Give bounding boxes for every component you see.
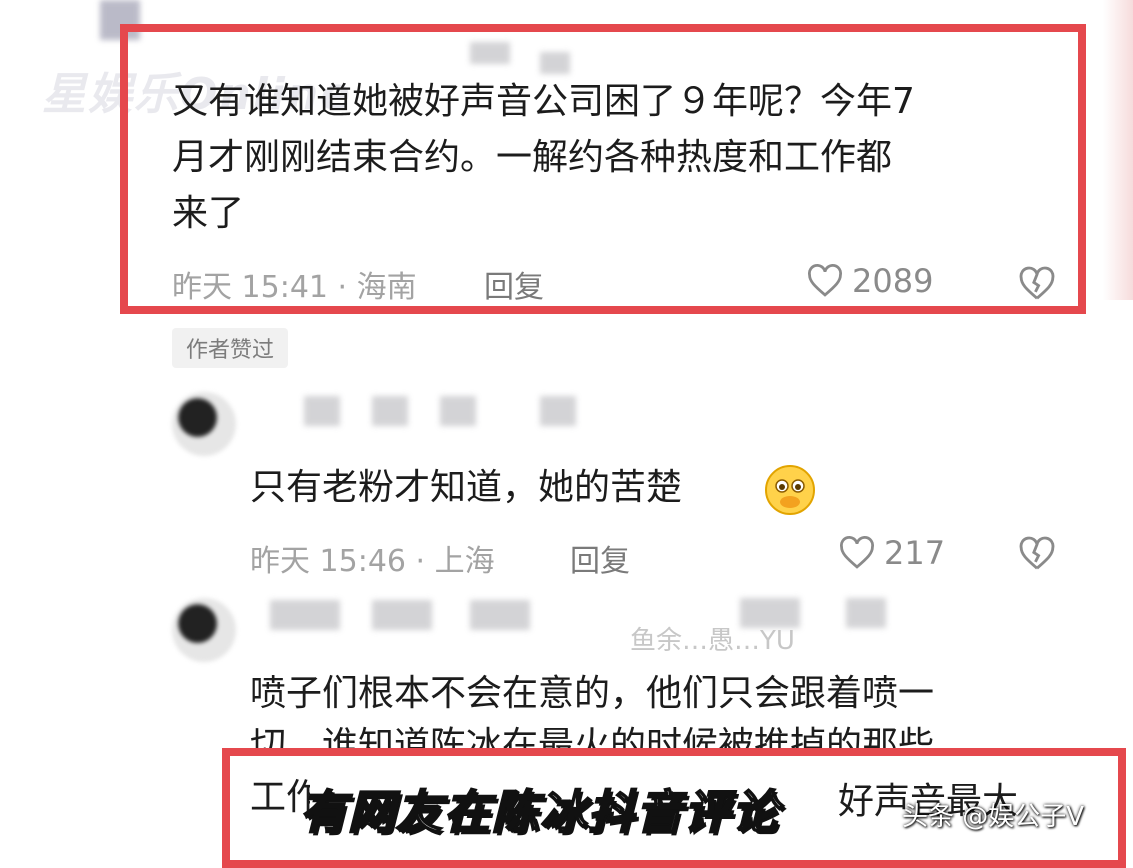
comment-text-2: 只有老粉才知道，她的苦楚 (250, 467, 683, 508)
comment-text-1-line-1: 又有谁知道她被好声音公司困了９年呢？今年7 (172, 81, 915, 122)
avatar[interactable] (172, 598, 236, 662)
source-tag: 头条 @娱公子V (902, 802, 1085, 832)
blurred-username (270, 600, 340, 630)
blurred-username (372, 600, 432, 630)
heart-icon (840, 536, 874, 569)
comment-text-3-line-1: 喷子们根本不会在意的，他们只会跟着喷一 (250, 673, 935, 714)
comment-text-1-line-3: 来了 (172, 193, 245, 234)
blurred-username (540, 396, 576, 426)
reply-button-2[interactable]: 回复 (570, 536, 630, 580)
comment-text-1-line-2: 月才刚刚结束合约。一解约各种热度和工作都 (172, 137, 893, 178)
emoji-icon (765, 465, 815, 515)
avatar[interactable] (172, 392, 236, 456)
comment-meta-1: 昨天 15:41 · 海南 (172, 270, 417, 305)
reply-button-1[interactable]: 回复 (484, 262, 544, 306)
blurred-username (470, 600, 530, 630)
blurred-username (846, 598, 886, 628)
like-count-2: 217 (884, 534, 946, 572)
like-count-1: 2089 (852, 262, 934, 300)
like-button-1[interactable]: 2089 (806, 262, 933, 300)
author-liked-badge: 作者赞过 (172, 328, 289, 368)
username-fragment: 鱼余…愚…YU (630, 626, 795, 656)
comment-meta-2: 昨天 15:46 · 上海 (250, 544, 495, 579)
heart-icon (808, 264, 842, 297)
caption-banner: 有网友在陈冰抖音评论 (299, 784, 780, 840)
broken-heart-icon[interactable] (1018, 536, 1056, 572)
right-edge-decoration (1103, 0, 1133, 300)
blurred-username (372, 396, 408, 426)
broken-heart-icon[interactable] (1018, 266, 1056, 302)
like-button-2[interactable]: 217 (838, 534, 945, 572)
blurred-username (440, 396, 476, 426)
blurred-username (304, 396, 340, 426)
